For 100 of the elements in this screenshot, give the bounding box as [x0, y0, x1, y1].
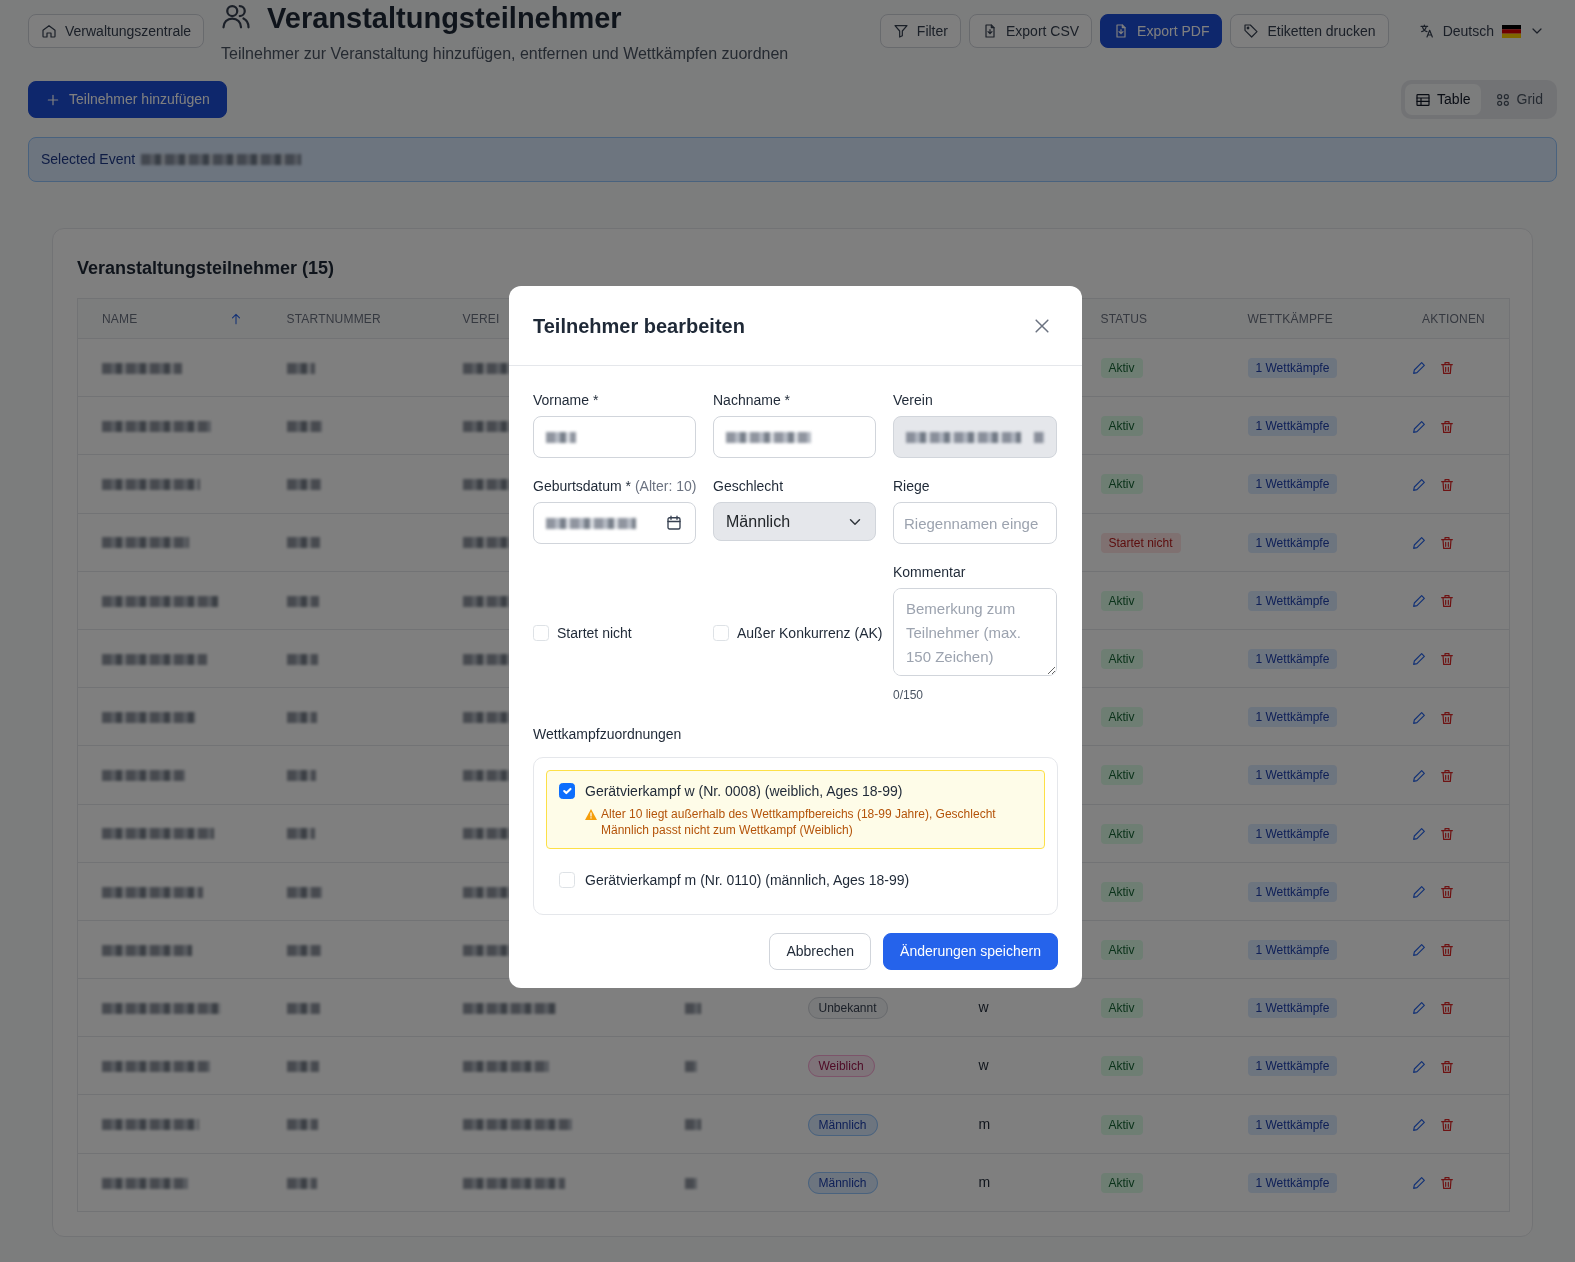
competitions-badge: 1 Wettkämpfe	[1247, 1056, 1338, 1077]
edit-icon	[1411, 651, 1427, 668]
status-badge: Aktiv	[1100, 474, 1143, 495]
section-label: Wettkampfzuordnungen	[533, 725, 683, 744]
edit-icon	[1411, 476, 1427, 493]
edit-icon	[1411, 709, 1427, 726]
status-badge: Aktiv	[1100, 939, 1143, 960]
edit-icon	[1411, 825, 1427, 842]
table-cell: w	[978, 999, 989, 1016]
blurred-text	[286, 421, 322, 433]
blurred-text	[286, 886, 322, 898]
competition-label: Gerätvierkampf m (Nr. 0110) (männlich, Ages 18-99)	[585, 871, 910, 890]
status-badge: Aktiv	[1100, 707, 1143, 728]
save-button[interactable]: Änderungen speichern	[883, 933, 1058, 970]
page-title: Veranstaltungsteilnehmer	[267, 1, 622, 36]
delete-icon	[1439, 1000, 1455, 1017]
delete-icon	[1439, 1058, 1455, 1075]
comment-field[interactable]: Bemerkung zum Teilnehmer (max. 150 Zeichen)	[893, 588, 1057, 676]
delete-icon	[1439, 709, 1455, 726]
edit-icon	[1411, 360, 1427, 377]
checkbox[interactable]	[559, 783, 575, 799]
status-badge: Aktiv	[1100, 649, 1143, 670]
blurred-text	[1034, 431, 1044, 443]
delete-icon	[1439, 942, 1455, 959]
delete-icon	[1439, 534, 1455, 551]
select-field[interactable]	[893, 416, 1057, 458]
status-badge: Aktiv	[1100, 358, 1143, 379]
blurred-text	[684, 1061, 697, 1073]
grid-icon	[1494, 91, 1511, 108]
age-hint: (Alter: 10)	[634, 478, 697, 494]
select-field[interactable]: Männlich	[713, 502, 876, 541]
column-header: STATUS	[1100, 311, 1148, 326]
field-label: Riege	[893, 477, 931, 496]
competitions-badge: 1 Wettkämpfe	[1247, 939, 1338, 960]
competitions-badge: 1 Wettkämpfe	[1247, 1172, 1338, 1193]
blurred-text	[286, 1002, 320, 1014]
edit-icon	[1411, 418, 1427, 435]
delete-icon	[1439, 593, 1455, 610]
blurred-text	[286, 1119, 318, 1131]
toolbar-button[interactable]: Export PDF	[1100, 14, 1223, 48]
date-field[interactable]	[533, 502, 696, 544]
edit-icon	[1411, 1000, 1427, 1017]
language-selector[interactable]: Deutsch	[1406, 14, 1557, 48]
toolbar-button[interactable]: Filter	[879, 14, 961, 48]
checkbox-label: Startet nicht	[557, 623, 632, 643]
status-badge: Aktiv	[1100, 590, 1143, 611]
status-badge: Aktiv	[1100, 998, 1143, 1019]
delete-icon	[1439, 651, 1455, 668]
competitions-badge: 1 Wettkämpfe	[1247, 416, 1338, 437]
filter-icon	[892, 23, 909, 39]
table-icon	[1415, 91, 1432, 108]
delete-icon	[1439, 767, 1455, 784]
blurred-text	[286, 362, 315, 374]
home-icon	[41, 23, 57, 39]
status-badge: Aktiv	[1100, 1056, 1143, 1077]
home-button[interactable]: Verwaltungszentrale	[28, 14, 205, 48]
field-label: Geburtsdatum *	[533, 478, 633, 494]
input-field[interactable]: Riegennamen einge	[893, 502, 1057, 544]
input-field[interactable]	[533, 416, 696, 458]
status-badge: Aktiv	[1100, 823, 1143, 844]
status-badge: Startet nicht	[1100, 532, 1181, 553]
table-cell: m	[978, 1173, 991, 1190]
input-field[interactable]	[713, 416, 876, 458]
gender-badge: Männlich	[807, 1113, 878, 1136]
edit-icon	[1411, 534, 1427, 551]
edit-icon	[1411, 1175, 1427, 1191]
gender-badge: Männlich	[807, 1171, 878, 1194]
field-label: Verein	[893, 391, 934, 410]
add-participant-button[interactable]: Teilnehmer hinzufügen	[28, 81, 227, 118]
blurred-text	[286, 537, 320, 549]
blurred-text	[684, 1002, 701, 1014]
german-flag-icon	[1502, 24, 1521, 38]
page-subtitle: Teilnehmer zur Veranstaltung hinzufügen, entfernen und Wettkämpfen zuordnen	[221, 44, 789, 64]
blurred-text	[286, 828, 315, 840]
edit-icon	[1411, 884, 1427, 901]
view-toggle-tab[interactable]: Table	[1405, 84, 1481, 115]
competitions-badge: 1 Wettkämpfe	[1247, 707, 1338, 728]
status-badge: Aktiv	[1100, 1172, 1143, 1193]
column-header: STARTNUMMER	[286, 311, 381, 326]
checkbox-label: Außer Konkurrenz (AK)	[737, 623, 883, 643]
delete-icon	[1439, 884, 1455, 901]
blurred-text	[286, 1061, 319, 1073]
cancel-button[interactable]: Abbrechen	[769, 933, 872, 970]
column-header: NAME	[102, 310, 138, 328]
field-label: Nachname *	[713, 391, 792, 410]
dialog-title: Teilnehmer bearbeiten	[533, 313, 745, 338]
status-badge: Aktiv	[1100, 881, 1143, 902]
toolbar-button[interactable]: Export CSV	[968, 14, 1093, 48]
status-badge: Aktiv	[1100, 1114, 1143, 1135]
competitions-badge: 1 Wettkämpfe	[1247, 649, 1338, 670]
translate-icon	[1418, 23, 1435, 39]
competitions-badge: 1 Wettkämpfe	[1247, 823, 1338, 844]
blurred-text	[286, 770, 316, 782]
view-toggle-tab[interactable]: Grid	[1484, 84, 1553, 115]
delete-icon	[1439, 1175, 1455, 1191]
blurred-text	[286, 1177, 317, 1189]
banner-label: Selected Event	[41, 150, 136, 169]
table-cell: m	[978, 1115, 991, 1132]
toolbar-button[interactable]: Etiketten drucken	[1230, 14, 1389, 48]
delete-icon	[1439, 418, 1455, 435]
